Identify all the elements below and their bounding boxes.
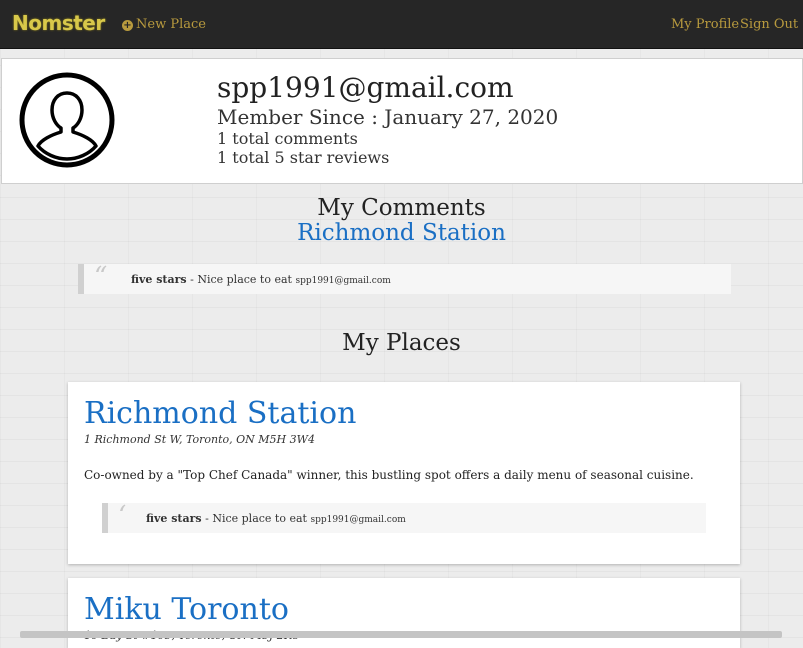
place-description: Co-owned by a "Top Chef Canada" winner, … (84, 468, 694, 482)
comment-body: - Nice place to eat (201, 512, 311, 525)
comment-place-link[interactable]: Richmond Station (0, 220, 803, 246)
profile-header: spp1991@gmail.com Member Since : January… (1, 58, 803, 184)
place-address: 1 Richmond St W, Toronto, ON M5H 3W4 (84, 433, 315, 446)
navbar: Nomster + New Place My Profile Sign Out (0, 0, 803, 49)
horizontal-scrollbar[interactable] (20, 631, 782, 638)
comment-body: - Nice place to eat (186, 273, 296, 286)
new-place-label: New Place (136, 17, 206, 32)
comment-rating: five stars (131, 273, 187, 286)
member-since: Member Since : January 27, 2020 (217, 105, 559, 129)
new-place-link[interactable]: + New Place (122, 17, 206, 32)
quote-icon: ‘ (118, 501, 127, 531)
place-name-link[interactable]: Richmond Station (84, 396, 356, 431)
my-comments-title: My Comments (317, 195, 486, 221)
comment-author: spp1991@gmail.com (295, 276, 391, 286)
place-card: Richmond Station 1 Richmond St W, Toront… (68, 382, 740, 564)
total-five-star-reviews: 1 total 5 star reviews (217, 148, 390, 167)
quote-icon: “ (94, 262, 108, 292)
total-comments: 1 total comments (217, 129, 358, 148)
place-name-link[interactable]: Miku Toronto (84, 592, 289, 627)
my-places-title: My Places (342, 330, 461, 356)
comment-rating: five stars (146, 512, 202, 525)
brand-logo[interactable]: Nomster (12, 11, 105, 35)
comment-text: five stars - Nice place to eat spp1991@g… (131, 273, 391, 286)
place-comment-blockquote: ‘ five stars - Nice place to eat spp1991… (102, 501, 706, 533)
plus-circle-icon: + (122, 20, 133, 31)
comment-text: five stars - Nice place to eat spp1991@g… (146, 512, 406, 525)
comment-blockquote: “ five stars - Nice place to eat spp1991… (78, 262, 731, 294)
sign-out-link[interactable]: Sign Out (740, 17, 798, 32)
profile-email: spp1991@gmail.com (217, 71, 514, 104)
user-silhouette-icon (19, 72, 115, 168)
comment-author: spp1991@gmail.com (310, 515, 406, 525)
my-profile-link[interactable]: My Profile (671, 17, 739, 32)
